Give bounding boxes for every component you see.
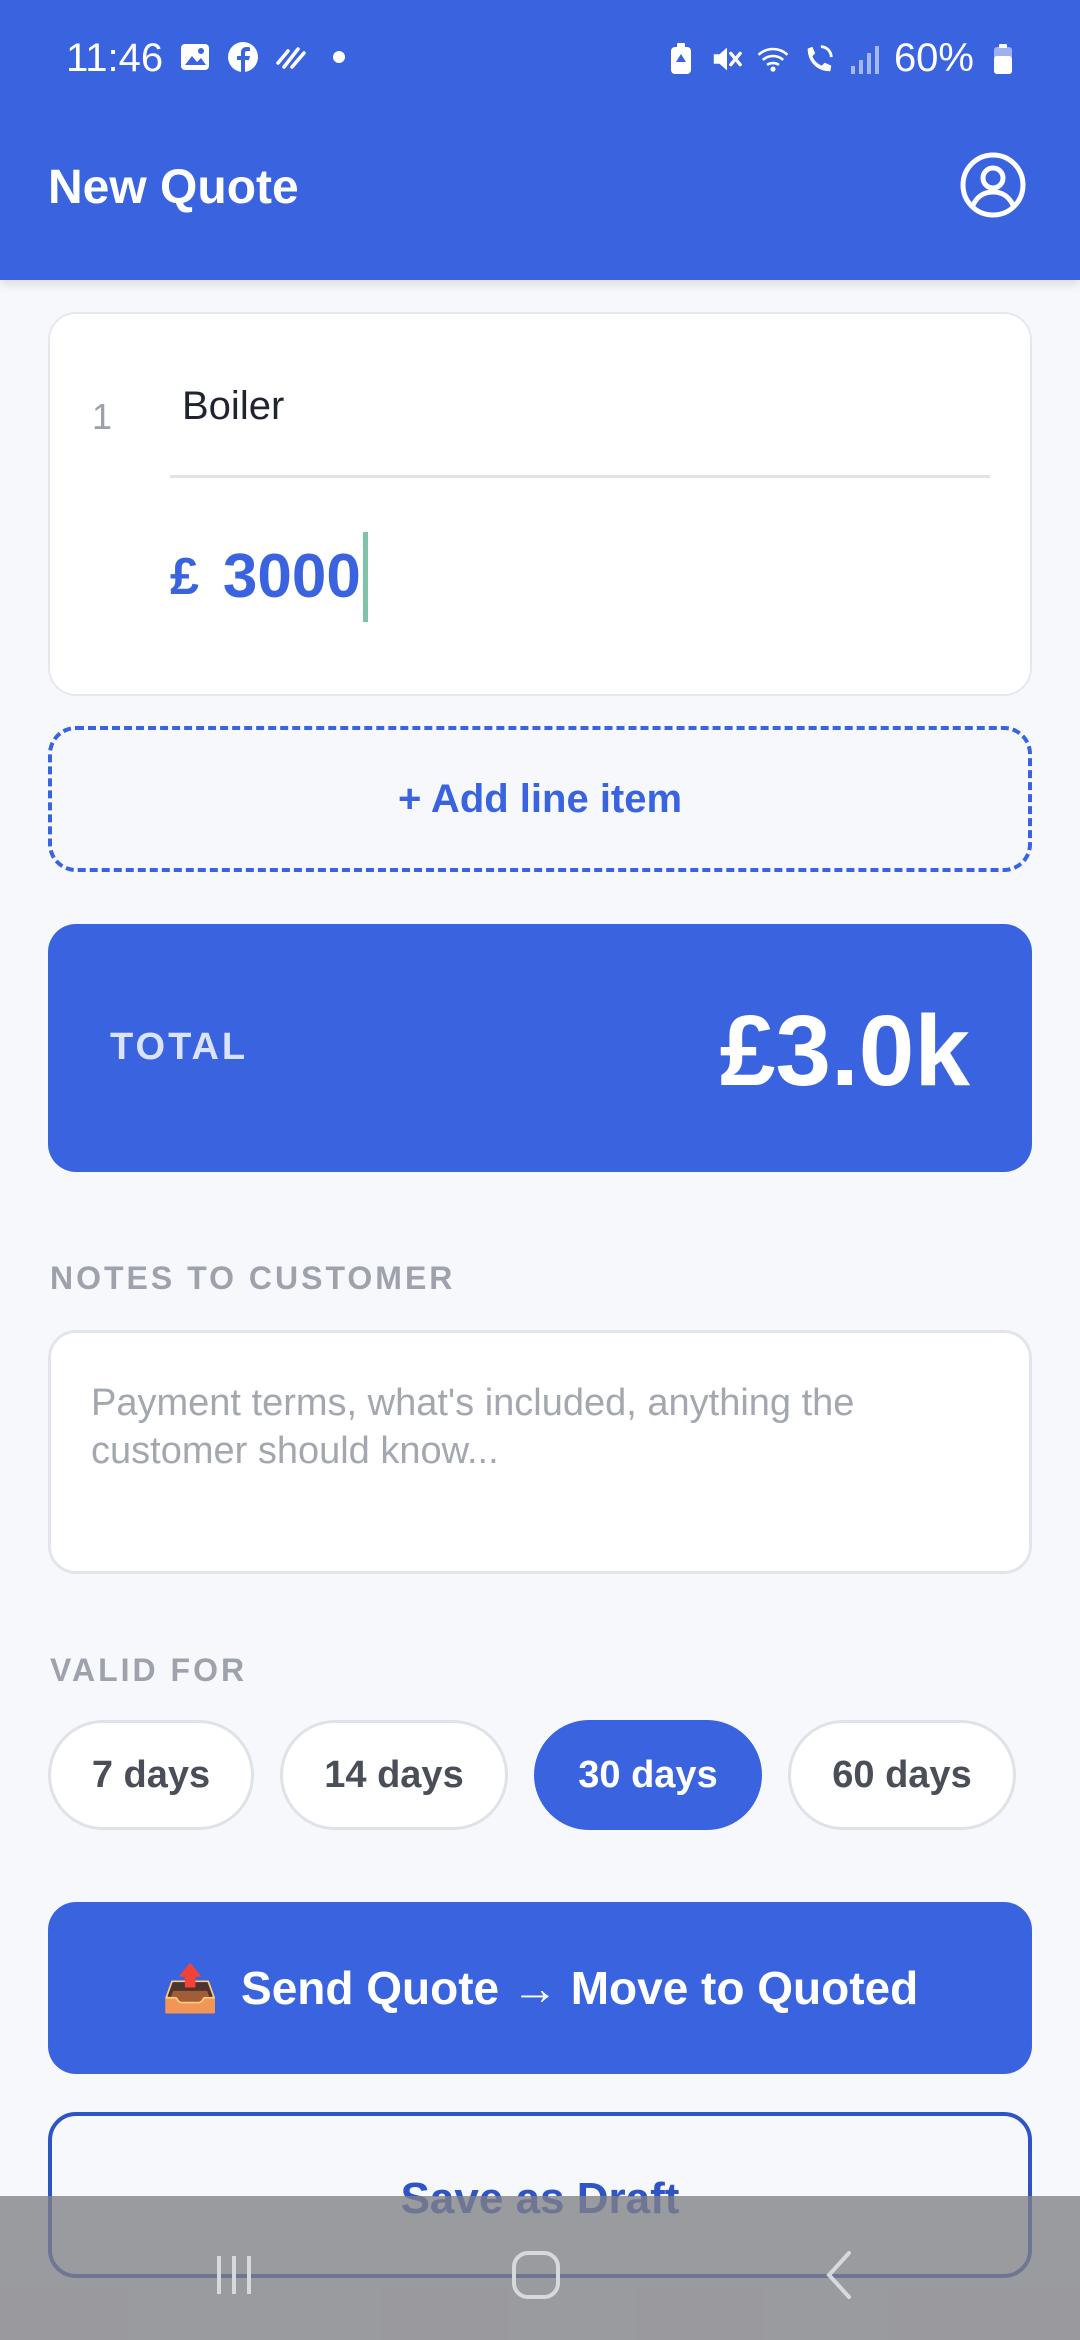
line-item-index: 1: [92, 396, 113, 437]
recents-icon: [217, 2256, 251, 2294]
total-value: £3.0k: [719, 995, 970, 1107]
send-quote-label: Send Quote → Move to Quoted: [241, 1962, 919, 2014]
valid-option-14-days[interactable]: 14 days: [280, 1720, 508, 1830]
back-button[interactable]: [800, 2240, 880, 2310]
account-circle-icon: [960, 152, 1026, 218]
back-icon: [826, 2251, 851, 2299]
valid-option-7-days[interactable]: 7 days: [48, 1720, 254, 1830]
line-item-card: 1 Boiler £ 3000: [48, 312, 1032, 696]
notification-icons: [178, 40, 356, 74]
notes-textarea[interactable]: Payment terms, what's included, anything…: [48, 1330, 1032, 1574]
valid-for-label: VALID FOR: [50, 1652, 248, 1688]
wifi-icon: [756, 42, 790, 76]
profile-button[interactable]: [958, 150, 1028, 220]
facebook-icon: [226, 40, 260, 74]
total-card: TOTAL £3.0k: [48, 924, 1032, 1172]
gallery-icon: [178, 40, 212, 74]
notes-label: NOTES TO CUSTOMER: [50, 1260, 456, 1296]
app-header: 11:46 60% New Quote: [0, 0, 1080, 280]
valid-option-60-days[interactable]: 60 days: [788, 1720, 1016, 1830]
valid-option-30-days[interactable]: 30 days: [534, 1720, 762, 1830]
add-line-item-button[interactable]: + Add line item: [48, 726, 1032, 872]
system-icons: 60%: [664, 36, 1020, 81]
home-icon: [512, 2251, 560, 2299]
wifi-call-icon: [802, 42, 836, 76]
new-quote-screen: 11:46 60% New Quote 1 Boiler £ 3000 + Ad…: [0, 0, 1080, 2340]
line-item-name-input[interactable]: Boiler: [170, 384, 990, 478]
signal-icon: [848, 42, 882, 76]
home-button[interactable]: [496, 2240, 576, 2310]
dot-icon: [322, 40, 356, 74]
battery-icon: [986, 42, 1020, 76]
mute-icon: [710, 42, 744, 76]
battery-percent: 60%: [893, 36, 974, 80]
battery-saver-icon: [664, 42, 698, 76]
total-label: TOTAL: [110, 1026, 249, 1068]
line-item-price-input[interactable]: 3000: [223, 532, 368, 622]
page-title: New Quote: [48, 161, 299, 214]
currency-symbol: £: [170, 548, 199, 606]
pulse-icon: [274, 40, 308, 74]
send-quote-button[interactable]: 📤 Send Quote → Move to Quoted: [48, 1902, 1032, 2074]
recent-apps-button[interactable]: [194, 2240, 274, 2310]
status-bar: 11:46 60%: [0, 0, 1080, 118]
system-navigation-bar: [0, 2196, 1080, 2340]
line-item-price-row: £ 3000: [170, 532, 368, 622]
status-time: 11:46: [66, 36, 164, 80]
valid-for-options: 7 days 14 days 30 days 60 days: [48, 1720, 1016, 1830]
outbox-tray-icon: 📤: [161, 1961, 220, 2014]
